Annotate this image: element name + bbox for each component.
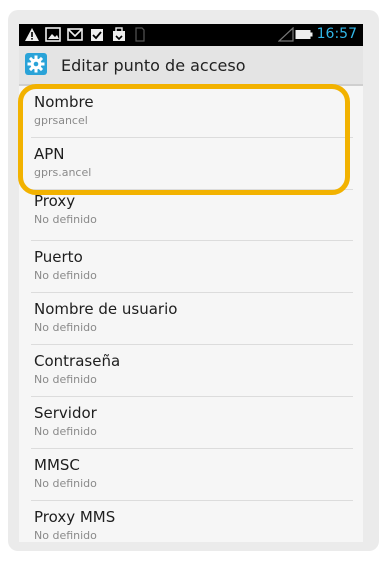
page-title: Editar punto de acceso <box>61 56 246 75</box>
gear-icon[interactable] <box>25 53 47 75</box>
setting-value: No definido <box>34 373 97 386</box>
setting-value: gprs.ancel <box>34 166 92 179</box>
status-bar: 16:57 <box>19 24 363 46</box>
setting-value: No definido <box>34 269 97 282</box>
sim-icon <box>135 27 145 42</box>
setting-value: No definido <box>34 477 97 490</box>
setting-value: No definido <box>34 529 97 542</box>
action-bar: Editar punto de acceso <box>19 46 363 86</box>
setting-nombre[interactable]: Nombre gprsancel <box>19 86 363 138</box>
signal-icon <box>278 27 294 42</box>
setting-label: Nombre <box>34 93 94 111</box>
battery-icon <box>295 30 313 39</box>
setting-puerto[interactable]: Puerto No definido <box>19 241 363 293</box>
setting-label: Contraseña <box>34 352 121 370</box>
setting-mmsc[interactable]: MMSC No definido <box>19 449 363 501</box>
setting-value: No definido <box>34 321 97 334</box>
setting-label: Nombre de usuario <box>34 300 178 318</box>
setting-label: Proxy MMS <box>34 508 116 526</box>
download-icon <box>91 29 103 41</box>
warning-icon <box>25 28 39 41</box>
setting-apn[interactable]: APN gprs.ancel <box>19 138 363 190</box>
update-icon <box>113 27 125 41</box>
setting-contrasena[interactable]: Contraseña No definido <box>19 345 363 397</box>
setting-value: No definido <box>34 425 97 438</box>
image-icon <box>45 27 61 42</box>
setting-label: Servidor <box>34 404 97 422</box>
status-time: 16:57 <box>316 26 357 42</box>
setting-servidor[interactable]: Servidor No definido <box>19 397 363 449</box>
setting-nombre-de-usuario[interactable]: Nombre de usuario No definido <box>19 293 363 345</box>
setting-proxy-mms[interactable]: Proxy MMS No definido <box>19 501 363 542</box>
setting-proxy[interactable]: Proxy No definido <box>19 190 363 241</box>
setting-value: gprsancel <box>34 114 88 127</box>
setting-label: APN <box>34 145 65 163</box>
setting-label: Puerto <box>34 248 83 266</box>
setting-label: MMSC <box>34 456 80 474</box>
mail-icon <box>67 28 83 41</box>
setting-value: No definido <box>34 213 97 226</box>
phone-screen: 16:57 Editar punto de acceso Nombre gprs… <box>19 24 363 542</box>
setting-label: Proxy <box>34 192 76 210</box>
